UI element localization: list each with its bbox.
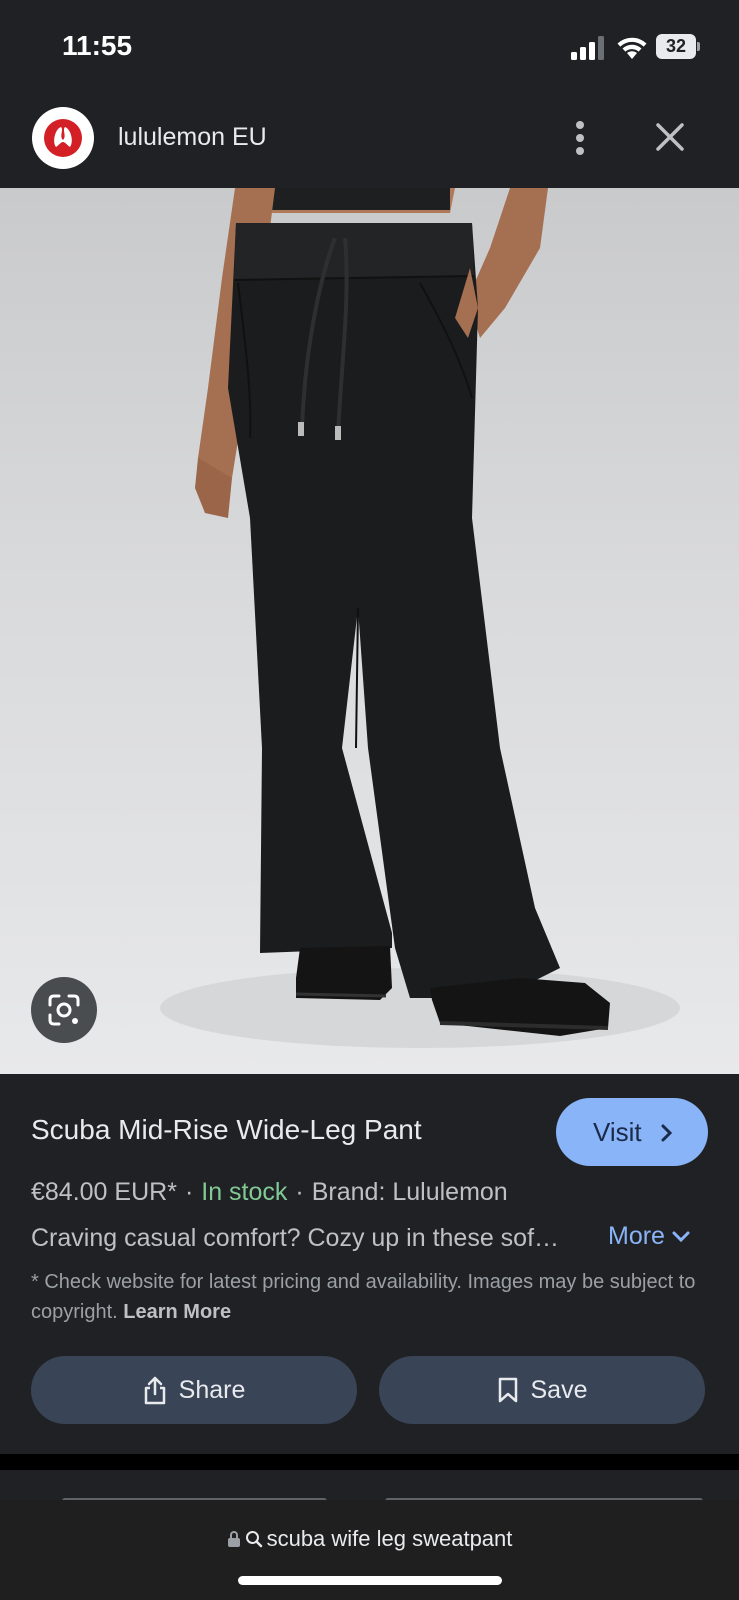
lock-icon [227, 1531, 240, 1547]
product-price: €84.00 EUR* [31, 1178, 177, 1206]
share-icon [144, 1376, 165, 1405]
section-divider [0, 1454, 739, 1470]
status-bar: 11:55 32 [0, 0, 739, 95]
more-button[interactable]: More [608, 1222, 691, 1251]
product-photo-illustration [160, 188, 680, 1048]
chevron-right-icon [661, 1124, 673, 1142]
site-name[interactable]: lululemon EU [118, 123, 267, 152]
battery-level: 32 [656, 34, 696, 59]
product-meta: €84.00 EUR* · In stock · Brand: Lululemon [31, 1178, 508, 1206]
wifi-icon [617, 37, 647, 59]
lululemon-logo-icon[interactable] [32, 107, 94, 169]
product-brand: Brand: Lululemon [311, 1178, 508, 1206]
home-indicator[interactable] [238, 1576, 502, 1585]
status-time: 11:55 [62, 30, 133, 61]
address-text: scuba wife leg sweatpant [266, 1526, 513, 1551]
more-label: More [608, 1222, 665, 1250]
chevron-down-icon [672, 1231, 690, 1243]
product-image[interactable] [0, 188, 739, 1074]
disclaimer: * Check website for latest pricing and a… [31, 1267, 711, 1327]
bookmark-icon [498, 1377, 517, 1403]
close-icon[interactable] [652, 117, 688, 157]
search-icon [245, 1531, 262, 1548]
lens-icon[interactable] [31, 977, 97, 1043]
share-button[interactable]: Share [31, 1356, 357, 1424]
browser-bottom-bar: scuba wife leg sweatpant [0, 1500, 739, 1600]
save-button[interactable]: Save [379, 1356, 705, 1424]
visit-label: Visit [593, 1117, 642, 1147]
share-label: Share [178, 1375, 246, 1404]
product-title[interactable]: Scuba Mid-Rise Wide-Leg Pant [31, 1114, 422, 1146]
cellular-signal-icon [571, 36, 604, 60]
address-bar[interactable]: scuba wife leg sweatpant [0, 1526, 739, 1552]
site-header: lululemon EU [0, 95, 739, 188]
product-description: Craving casual comfort? Cozy up in these… [31, 1224, 560, 1252]
learn-more-link[interactable]: Learn More [123, 1301, 231, 1323]
product-info-panel: Scuba Mid-Rise Wide-Leg Pant Visit €84.0… [0, 1074, 739, 1454]
visit-button[interactable]: Visit [556, 1098, 708, 1166]
stock-status: In stock [201, 1178, 288, 1206]
battery-icon: 32 [656, 34, 700, 59]
save-label: Save [530, 1375, 588, 1404]
more-vert-icon[interactable] [565, 117, 595, 159]
related-results-teaser[interactable] [0, 1470, 739, 1504]
